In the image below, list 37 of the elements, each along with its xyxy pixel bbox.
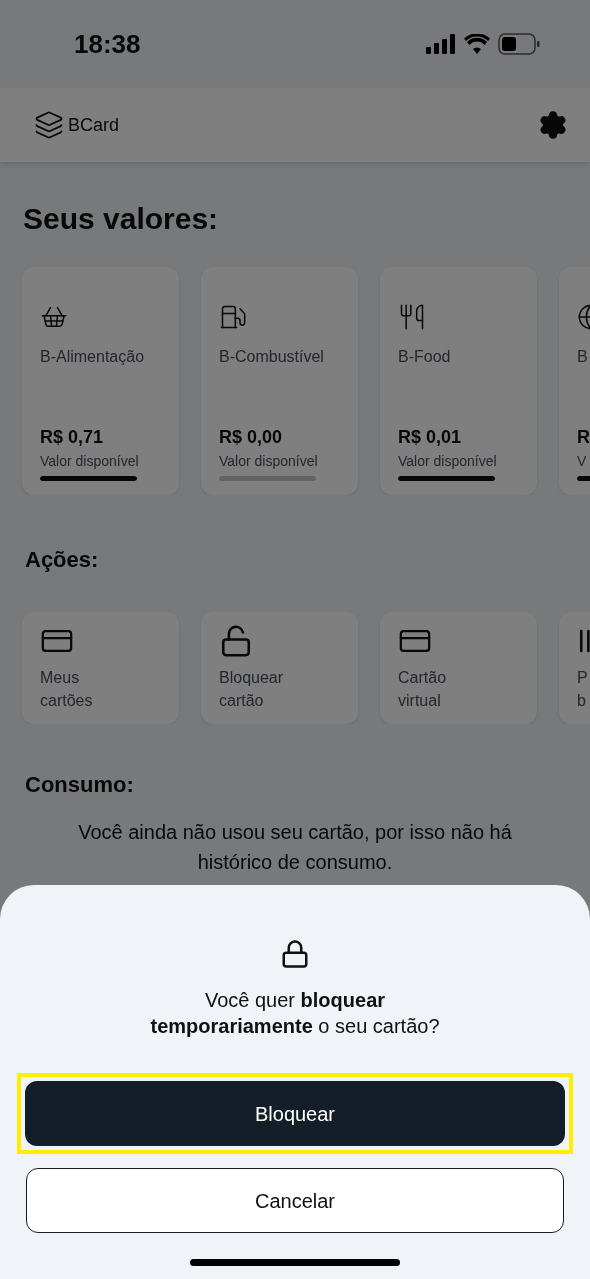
balance-card[interactable]: B-Food R$ 0,01 Valor disponível <box>380 267 537 495</box>
battery-icon <box>498 33 540 55</box>
fuel-pump-icon <box>219 303 247 331</box>
logo-text: BCard <box>68 113 120 137</box>
amount-caption: Valor disponível <box>40 452 140 471</box>
empty-message: Você ainda não usou seu cartão, por isso não há histórico de consumo. <box>77 820 513 875</box>
amount: R$ 0,00 <box>219 426 284 449</box>
balance-card[interactable]: B R V <box>559 267 590 495</box>
logo-icon <box>34 110 64 140</box>
section-title: Consumo: <box>24 771 135 799</box>
balance-card[interactable]: B-Combustível R$ 0,00 Valor disponível <box>201 267 358 495</box>
action-card[interactable]: P b <box>559 612 590 724</box>
amount: R$ 0,71 <box>40 426 105 449</box>
amount: R <box>577 426 590 449</box>
card-name: B-Combustível <box>219 347 325 367</box>
section-title: Seus valores: <box>22 201 220 237</box>
action-card[interactable]: Cartão virtual <box>380 612 537 724</box>
amount-caption: Valor disponível <box>219 452 319 471</box>
card-name: B <box>577 347 589 367</box>
wifi-icon <box>464 34 490 54</box>
card-name: B-Alimentação <box>40 347 146 367</box>
action-card[interactable]: Bloquear cartão <box>201 612 358 724</box>
cutlery-icon <box>398 303 426 331</box>
amount-caption: V <box>577 452 588 471</box>
sheet-question: Você quer bloquear temporariamente o seu cartão? <box>149 988 441 1039</box>
amount: R$ 0,01 <box>398 426 463 449</box>
signal-icon <box>426 34 456 54</box>
action-card[interactable]: Meus cartões <box>22 612 179 724</box>
amount-caption: Valor disponível <box>398 452 498 471</box>
card-name: B-Food <box>398 347 452 367</box>
open-padlock-icon <box>219 624 253 658</box>
section-title: Ações: <box>24 546 100 574</box>
padlock-icon <box>280 939 310 969</box>
block-button[interactable]: Bloquear <box>25 1081 565 1146</box>
balance-card[interactable]: B-Alimentação R$ 0,71 Valor disponível <box>22 267 179 495</box>
clock: 18:38 <box>74 27 141 61</box>
cancel-button[interactable]: Cancelar <box>26 1168 564 1233</box>
